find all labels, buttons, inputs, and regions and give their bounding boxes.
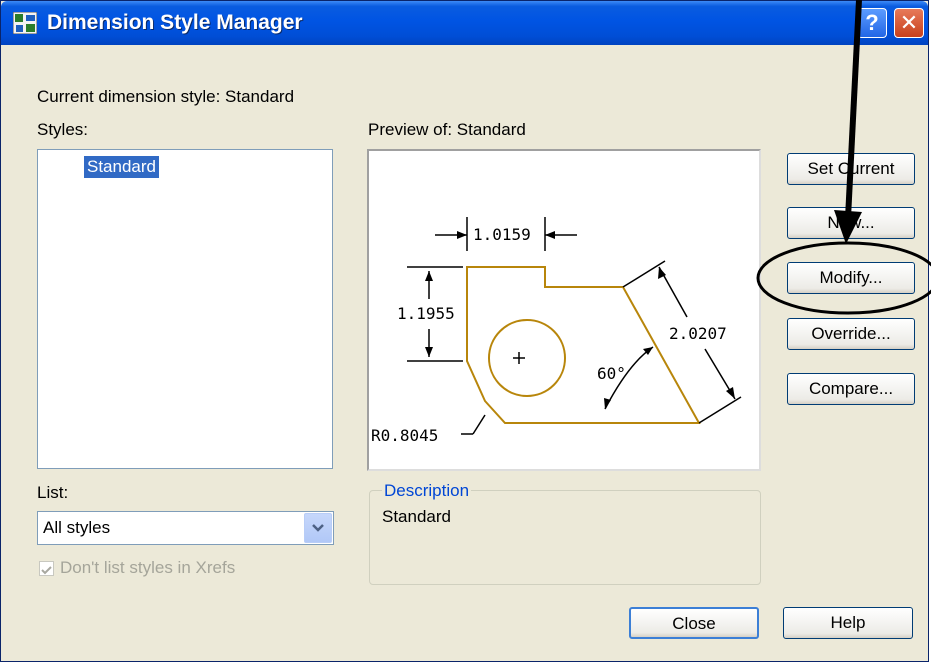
help-button[interactable]: Help <box>783 607 913 639</box>
description-legend: Description <box>382 481 472 501</box>
modify-button[interactable]: Modify... <box>787 262 915 294</box>
style-item-standard[interactable]: Standard <box>84 156 159 178</box>
chevron-down-icon <box>312 524 324 532</box>
dim-radius-label: R0.8045 <box>371 426 438 445</box>
preview-drawing: 1.0159 1.1955 2.0207 60° R0.8045 <box>371 217 742 445</box>
dim-height-label: 1.1955 <box>397 304 455 323</box>
preview-label: Preview of: Standard <box>368 120 526 139</box>
window-title: Dimension Style Manager <box>47 11 303 34</box>
description-text: Standard <box>382 507 451 526</box>
xrefs-checkbox-label: Don't list styles in Xrefs <box>60 558 236 577</box>
title-bar[interactable]: Dimension Style Manager ? ✕ <box>1 1 928 45</box>
xrefs-checkbox[interactable] <box>39 561 54 576</box>
list-label: List: <box>37 483 69 502</box>
close-button[interactable]: Close <box>629 607 759 639</box>
list-select-value: All styles <box>43 518 111 537</box>
title-help-button[interactable]: ? <box>857 8 887 38</box>
dim-angle-label: 60° <box>597 364 626 383</box>
part-hole <box>488 319 566 397</box>
dim-diagonal-label: 2.0207 <box>669 324 727 343</box>
dialog-window: Dimension Style Manager ? ✕ Current dime… <box>0 0 929 662</box>
set-current-button[interactable]: Set Current <box>787 153 915 185</box>
override-button[interactable]: Override... <box>787 318 915 350</box>
preview-pane: 1.0159 1.1955 2.0207 60° R0.8045 <box>367 149 761 471</box>
dim-width-label: 1.0159 <box>473 225 531 244</box>
description-group <box>369 490 761 585</box>
styles-label: Styles: <box>37 120 89 139</box>
styles-listbox[interactable]: Standard <box>37 149 333 469</box>
list-select[interactable]: All styles <box>37 511 334 545</box>
current-style-label: Current dimension style: Standard <box>37 87 295 106</box>
title-close-button[interactable]: ✕ <box>894 8 924 38</box>
dropdown-button[interactable] <box>304 513 332 543</box>
compare-button[interactable]: Compare... <box>787 373 915 405</box>
part-outline <box>466 266 701 424</box>
checkmark-icon <box>41 566 52 575</box>
app-icon <box>13 12 37 34</box>
new-button[interactable]: New... <box>787 207 915 239</box>
